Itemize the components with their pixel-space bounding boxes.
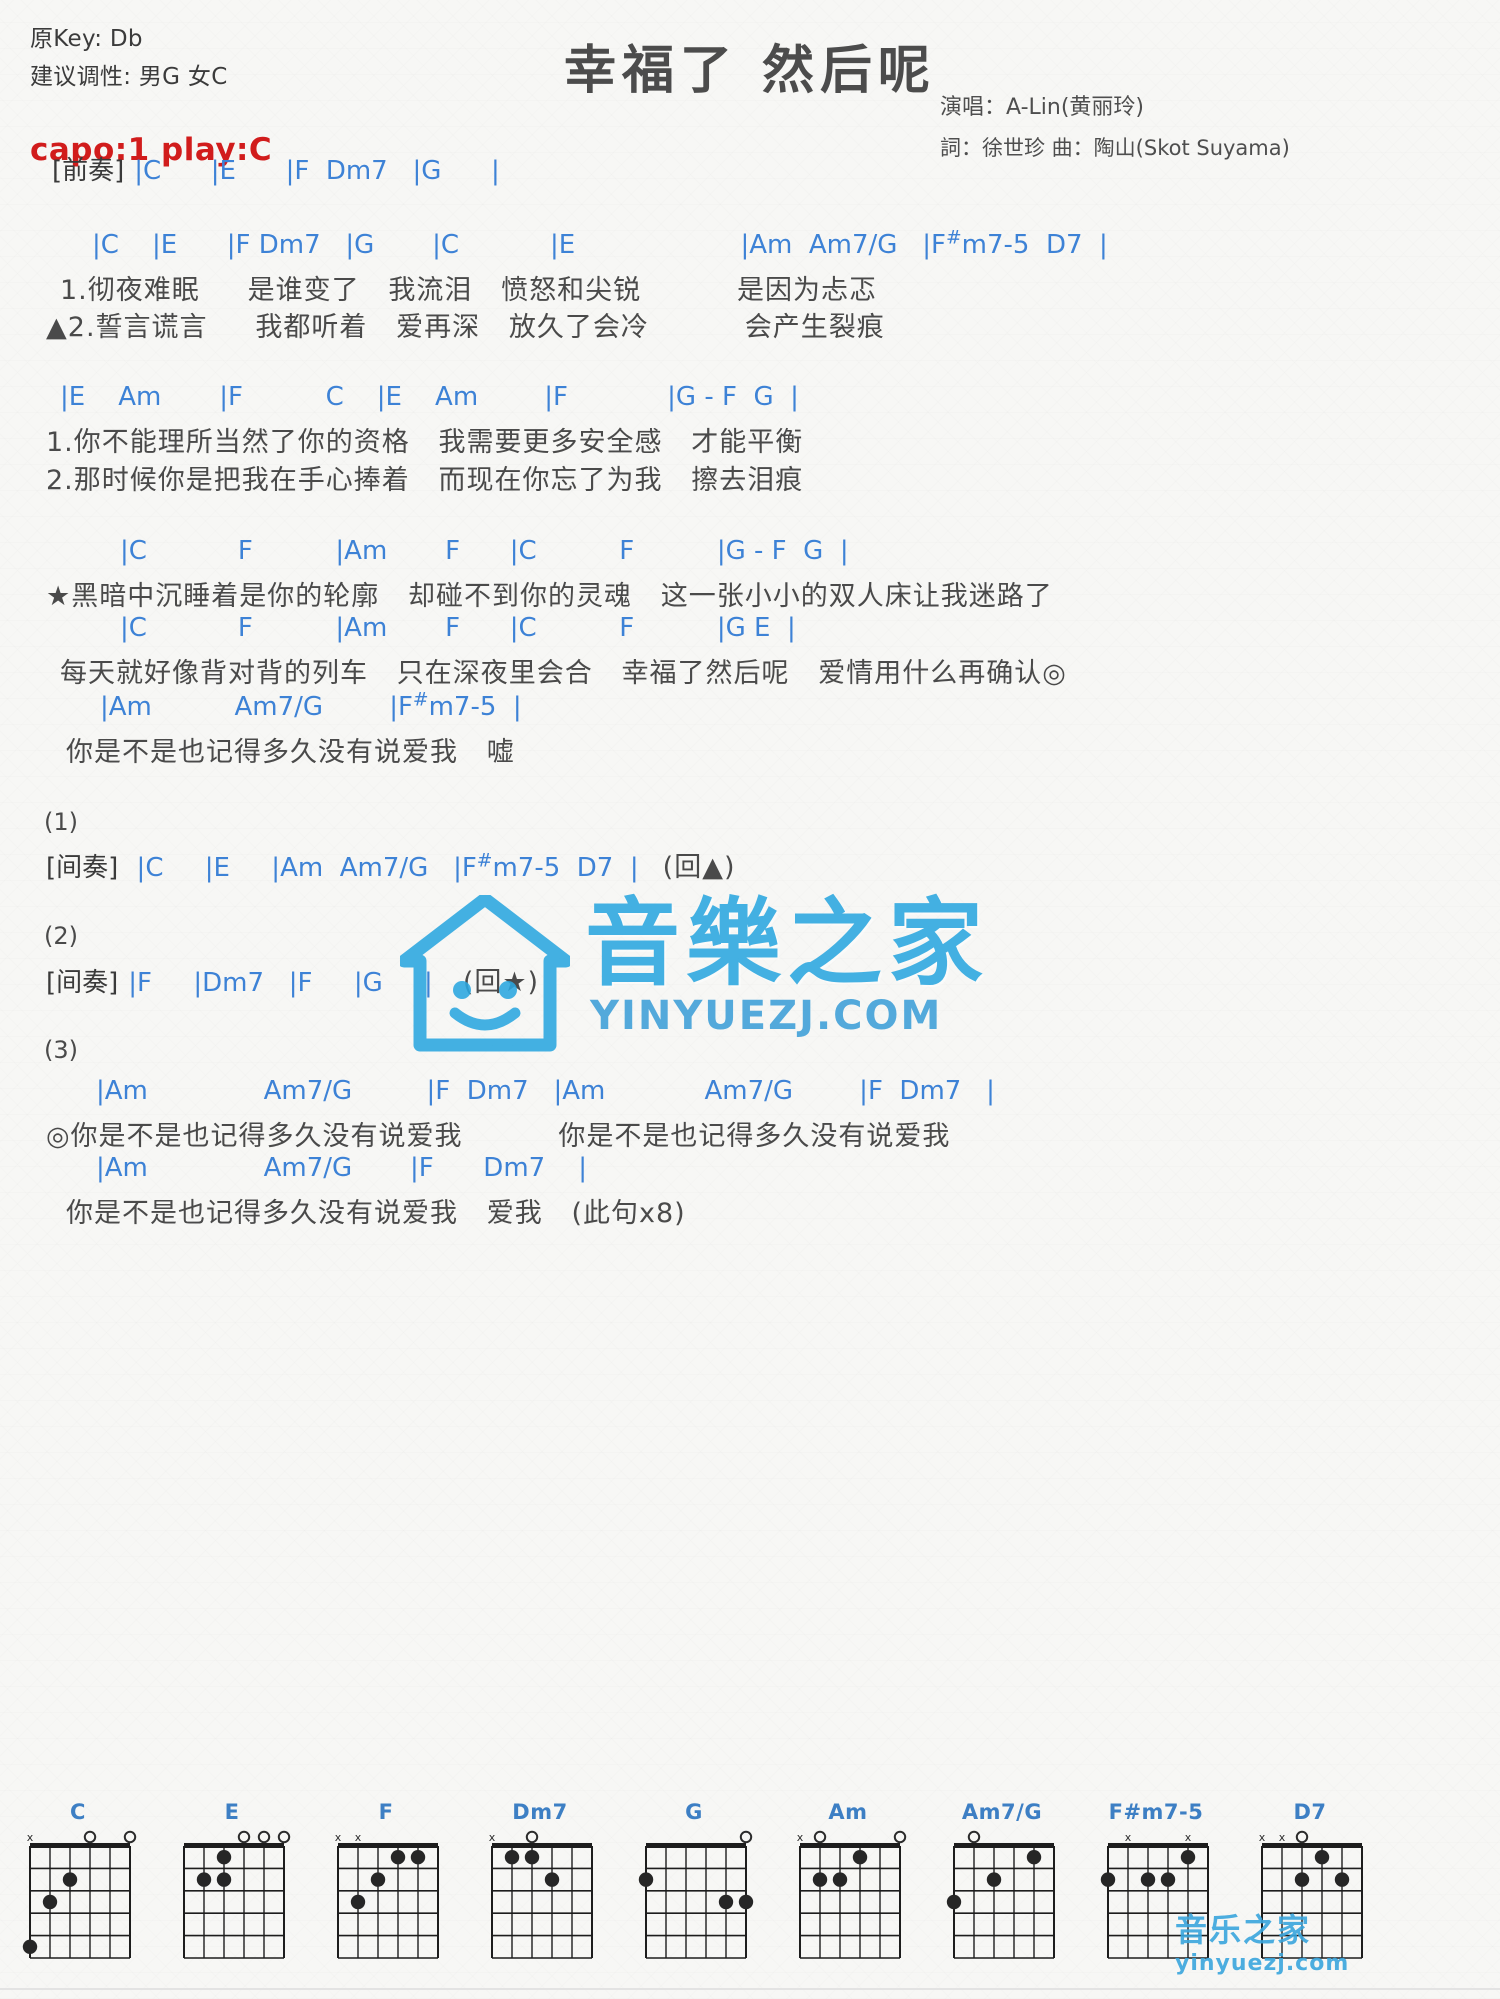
prechorus-lyric-1: 1.你不能理所当然了你的资格 我需要更多安全感 才能平衡 — [46, 427, 804, 458]
chorus3-lyric: 你是不是也记得多久没有说爱我 嘘 — [66, 737, 515, 768]
svg-text:x: x — [489, 1831, 496, 1844]
svg-text:x: x — [797, 1831, 804, 1844]
chord-diagram-name: Dm7 — [512, 1800, 568, 1824]
verse1-lyric-2: ▲2.誓言谎言 我都听着 爱再深 放久了会冷 会产生裂痕 — [46, 312, 885, 343]
svg-text:x: x — [27, 1831, 34, 1844]
outro-lyric-1: ◎你是不是也记得多久没有说爱我 你是不是也记得多久没有说爱我 — [46, 1121, 951, 1152]
verse1-chords-text: |C |E |F Dm7 |G |C |E |Am Am7/G |F — [92, 230, 946, 260]
interlude2-number: (2) — [44, 922, 78, 950]
intro-tag: [前奏] — [52, 156, 125, 186]
chord-diagram-name: Am7/G — [961, 1800, 1043, 1824]
interlude2-repeat: (回★) — [462, 967, 540, 998]
outro-number: (3) — [44, 1036, 78, 1064]
chord-grid — [638, 1830, 754, 1959]
chord-diagram-am7g: Am7/G — [942, 1800, 1062, 1968]
intro-chords: |C |E |F Dm7 |G | — [134, 156, 500, 186]
section-interlude2: [间奏] |F |Dm7 |F |G | (回★) — [46, 960, 539, 999]
chord-diagram-name: F — [378, 1800, 394, 1824]
interlude2-chords: |F |Dm7 |F |G | — [128, 968, 433, 998]
chord-diagram-g: G — [634, 1800, 754, 1968]
verse1-chordline: |C |E |F Dm7 |G |C |E |Am Am7/G |F#m7-5 … — [92, 227, 1108, 260]
chord-grid — [946, 1830, 1055, 1959]
chord-diagram-name: D7 — [1293, 1800, 1327, 1824]
verse1-chords-text-2: m7-5 D7 | — [961, 230, 1108, 260]
chord-diagram-name: C — [70, 1800, 86, 1824]
interlude1-chords: |C |E |Am Am7/G |F#m7-5 D7 | — [128, 850, 639, 883]
chord-diagram-name: G — [685, 1800, 703, 1824]
verse1-lyric-1: 1.彻夜难眠 是谁变了 我流泪 愤怒和尖锐 是因为忐忑 — [60, 275, 877, 306]
chord-grid: x — [797, 1830, 907, 1959]
chord-diagram-name: E — [224, 1800, 240, 1824]
section-interlude1: [间奏] |C |E |Am Am7/G |F#m7-5 D7 | (回▲) — [46, 845, 736, 884]
section-intro: [前奏] |C |E |F Dm7 |G | — [52, 150, 500, 187]
svg-text:x: x — [1259, 1831, 1266, 1844]
chord-diagram-e: E — [172, 1800, 292, 1968]
chord-diagram-am: Am x — [788, 1800, 908, 1968]
interlude1-tag: [间奏] — [46, 853, 119, 883]
interlude2-tag: [间奏] — [46, 968, 119, 998]
svg-text:x: x — [1125, 1831, 1132, 1844]
chord-sheet-page: 原Key: Db 建议调性: 男G 女C capo:1 play:C 幸福了 然… — [0, 0, 1500, 1999]
outro-chordline-1: |Am Am7/G |F Dm7 |Am Am7/G |F Dm7 | — [96, 1076, 995, 1106]
outro-chordline-2: |Am Am7/G |F Dm7 | — [96, 1153, 588, 1183]
svg-text:x: x — [335, 1831, 342, 1844]
credits-block: 演唱：A-Lin(黄丽玲) 詞：徐世珍 曲：陶山(Skot Suyama) — [940, 88, 1370, 168]
bottom-divider — [0, 1988, 1500, 1990]
chorus3-chords-text: |Am Am7/G |F — [100, 692, 413, 722]
chord-diagram-c: Cx — [18, 1800, 138, 1968]
interlude1-number: (1) — [44, 808, 78, 836]
chorus1-lyric: ★黑暗中沉睡着是你的轮廓 却碰不到你的灵魂 这一张小小的双人床让我迷路了 — [46, 581, 1053, 612]
chord-grid: xx — [335, 1831, 439, 1959]
chord-diagram-name: F#m7-5 — [1108, 1800, 1204, 1824]
prechorus-lyric-2: 2.那时候你是把我在手心捧着 而现在你忘了为我 擦去泪痕 — [46, 465, 804, 496]
chorus1-chordline: |C F |Am F |C F |G - F G | — [120, 536, 849, 566]
chorus3-chordline: |Am Am7/G |F#m7-5 | — [100, 689, 522, 722]
chord-grid — [183, 1830, 291, 1959]
chord-grid: x — [22, 1830, 137, 1959]
writer-credit: 詞：徐世珍 曲：陶山(Skot Suyama) — [940, 136, 1290, 160]
prechorus-chordline: |E Am |F C |E Am |F |G - F G | — [60, 382, 799, 412]
chorus2-chordline: |C F |Am F |C F |G E | — [120, 613, 796, 643]
interlude1-repeat: (回▲) — [662, 852, 736, 883]
chord-diagram-name: Am — [828, 1800, 868, 1824]
watermark-text-cn: 音樂之家 — [585, 889, 990, 999]
watermark-small: 音乐之家 yinyuezj.com — [1175, 1905, 1349, 1976]
chord-grid: x — [489, 1830, 593, 1959]
svg-text:x: x — [1185, 1831, 1192, 1844]
svg-text:x: x — [1279, 1831, 1286, 1844]
chord-diagram-f: Fxx — [326, 1800, 446, 1968]
svg-text:x: x — [355, 1831, 362, 1844]
singer-credit: 演唱：A-Lin(黄丽玲) — [940, 95, 1144, 120]
outro-lyric-2: 你是不是也记得多久没有说爱我 爱我 (此句x8) — [66, 1198, 686, 1229]
chorus2-lyric: 每天就好像背对背的列车 只在深夜里会合 幸福了然后呢 爱情用什么再确认◎ — [60, 658, 1067, 689]
chorus3-chords-text-2: m7-5 | — [428, 692, 522, 722]
chord-diagram-dm7: Dm7 x — [480, 1800, 600, 1968]
watermark-small-cn: 音乐之家 — [1175, 1911, 1312, 1949]
watermark-url: YINYUEZJ.COM — [590, 993, 943, 1039]
watermark-small-url: yinyuezj.com — [1175, 1951, 1350, 1976]
